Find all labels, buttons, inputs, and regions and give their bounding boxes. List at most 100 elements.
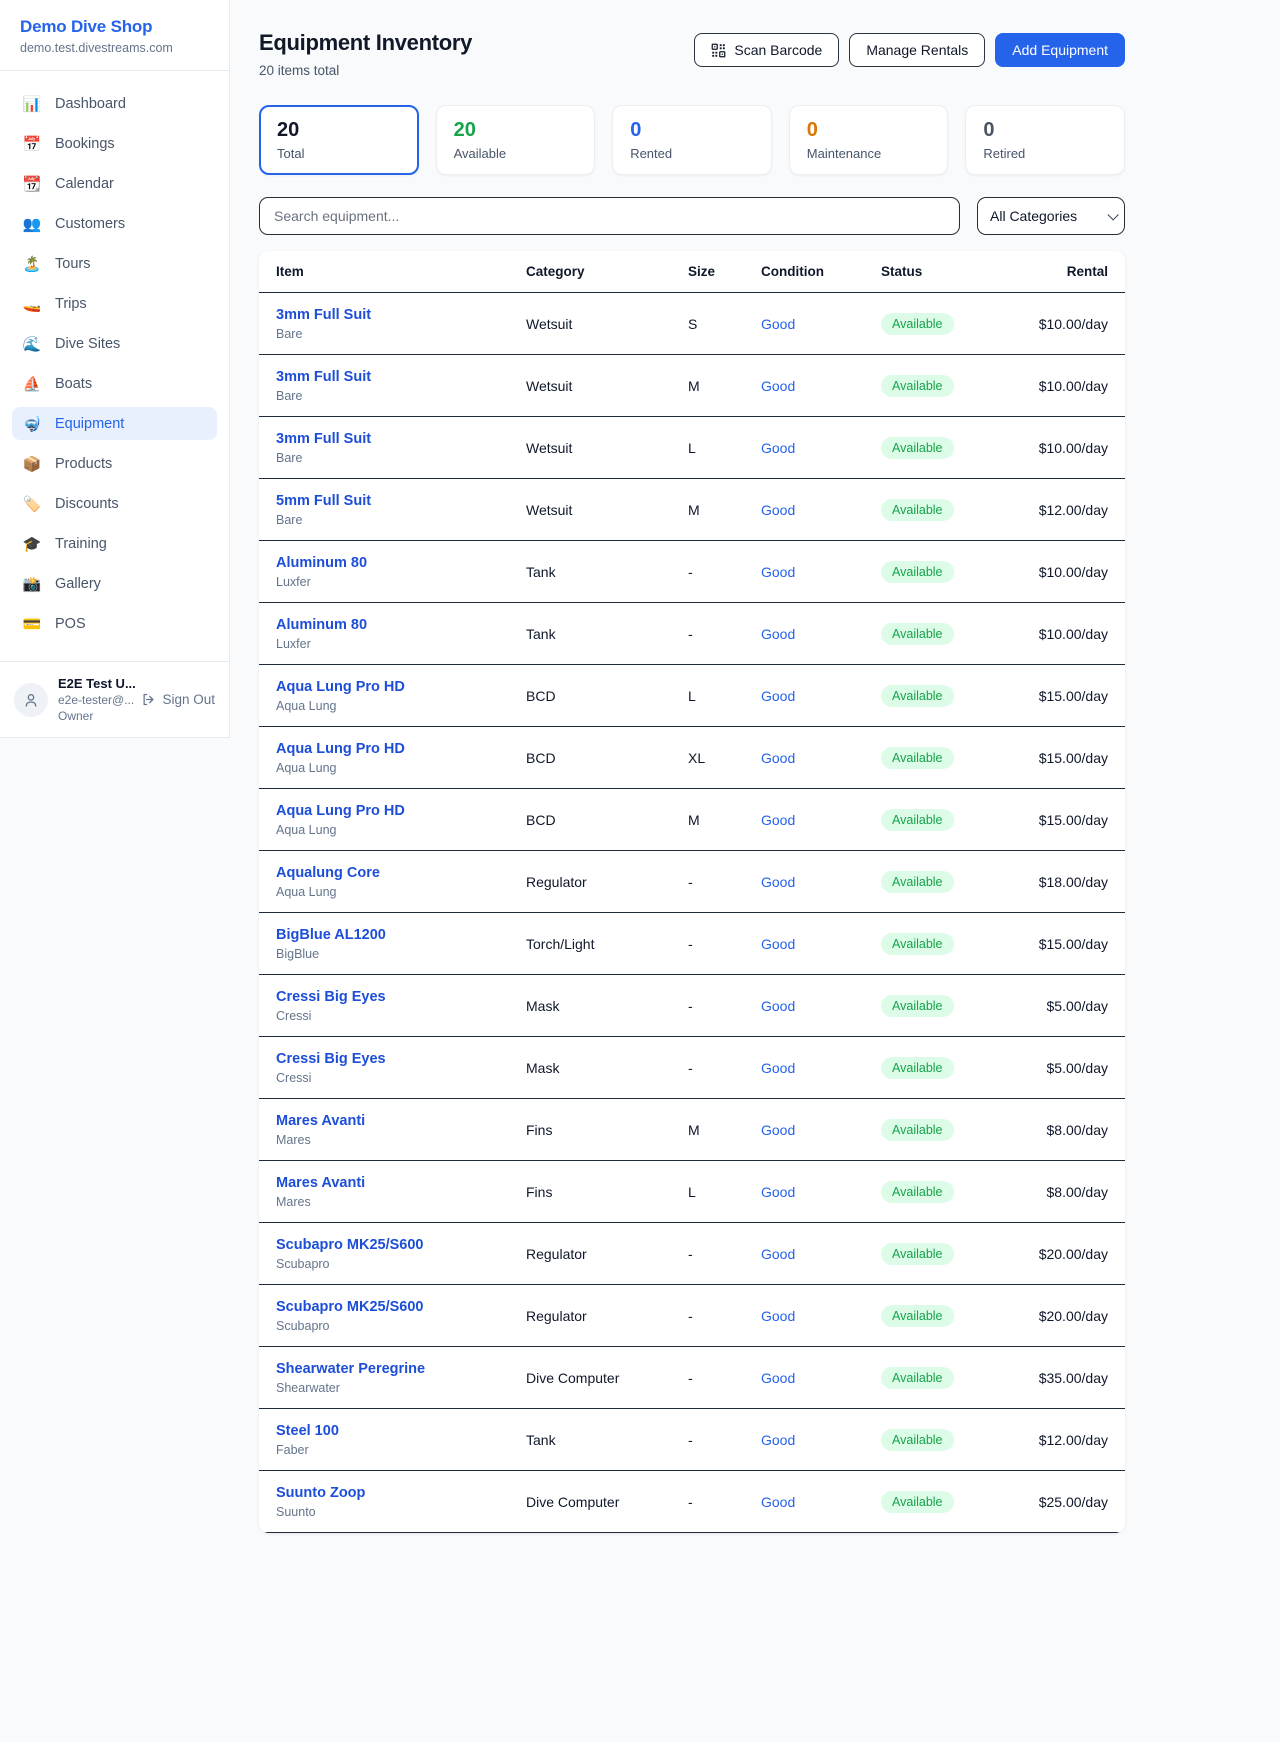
condition-link[interactable]: Good xyxy=(761,1432,795,1448)
condition-link[interactable]: Good xyxy=(761,750,795,766)
item-name-link[interactable]: Shearwater Peregrine xyxy=(276,1361,526,1377)
condition-cell: Good xyxy=(761,1370,881,1386)
condition-link[interactable]: Good xyxy=(761,626,795,642)
shop-name-link[interactable]: Demo Dive Shop xyxy=(20,17,209,37)
category-select[interactable]: All Categories xyxy=(977,197,1125,235)
condition-link[interactable]: Good xyxy=(761,316,795,332)
item-name-link[interactable]: Scubapro MK25/S600 xyxy=(276,1299,526,1315)
stat-card-available[interactable]: 20 Available xyxy=(436,105,596,175)
item-name-link[interactable]: Mares Avanti xyxy=(276,1113,526,1129)
item-size: L xyxy=(688,1184,761,1200)
sidebar-item-label: Bookings xyxy=(55,136,115,152)
sign-out-icon xyxy=(141,692,156,707)
condition-link[interactable]: Good xyxy=(761,1370,795,1386)
item-rental-price: $20.00/day xyxy=(1031,1308,1108,1324)
condition-link[interactable]: Good xyxy=(761,564,795,580)
item-name-link[interactable]: Aluminum 80 xyxy=(276,617,526,633)
item-cell: Mares Avanti Mares xyxy=(276,1113,526,1147)
stat-label: Retired xyxy=(983,146,1107,161)
condition-link[interactable]: Good xyxy=(761,1246,795,1262)
sidebar-item-calendar[interactable]: 📆 Calendar xyxy=(12,167,217,200)
sidebar-item-dive-sites[interactable]: 🌊 Dive Sites xyxy=(12,327,217,360)
item-name-link[interactable]: Aqua Lung Pro HD xyxy=(276,679,526,695)
condition-link[interactable]: Good xyxy=(761,440,795,456)
sidebar-item-icon-dashboard: 📊 xyxy=(22,95,42,113)
sidebar-item-products[interactable]: 📦 Products xyxy=(12,447,217,480)
sidebar-item-tours[interactable]: 🏝️ Tours xyxy=(12,247,217,280)
item-name-link[interactable]: 3mm Full Suit xyxy=(276,307,526,323)
add-equipment-button[interactable]: Add Equipment xyxy=(995,33,1125,67)
item-name-link[interactable]: 5mm Full Suit xyxy=(276,493,526,509)
item-name-link[interactable]: 3mm Full Suit xyxy=(276,369,526,385)
sign-out-button[interactable]: Sign Out xyxy=(141,692,215,707)
item-name-link[interactable]: Scubapro MK25/S600 xyxy=(276,1237,526,1253)
condition-link[interactable]: Good xyxy=(761,378,795,394)
condition-link[interactable]: Good xyxy=(761,1122,795,1138)
item-name-link[interactable]: Aluminum 80 xyxy=(276,555,526,571)
search-input[interactable] xyxy=(259,197,960,235)
sidebar-item-discounts[interactable]: 🏷️ Discounts xyxy=(12,487,217,520)
condition-link[interactable]: Good xyxy=(761,812,795,828)
table-row: Aqua Lung Pro HD Aqua Lung BCD L Good Av… xyxy=(259,665,1125,727)
item-name-link[interactable]: Aqua Lung Pro HD xyxy=(276,741,526,757)
item-name-link[interactable]: Aqua Lung Pro HD xyxy=(276,803,526,819)
table-row: Aluminum 80 Luxfer Tank - Good Available… xyxy=(259,603,1125,665)
item-name-link[interactable]: Steel 100 xyxy=(276,1423,526,1439)
item-category: Wetsuit xyxy=(526,316,688,332)
condition-cell: Good xyxy=(761,998,881,1014)
stat-card-retired[interactable]: 0 Retired xyxy=(965,105,1125,175)
sidebar-item-boats[interactable]: ⛵ Boats xyxy=(12,367,217,400)
stat-card-maintenance[interactable]: 0 Maintenance xyxy=(789,105,949,175)
condition-link[interactable]: Good xyxy=(761,1308,795,1324)
item-rental-price: $5.00/day xyxy=(1031,998,1108,1014)
item-size: L xyxy=(688,688,761,704)
condition-cell: Good xyxy=(761,316,881,332)
item-cell: Suunto Zoop Suunto xyxy=(276,1485,526,1519)
item-name-link[interactable]: Suunto Zoop xyxy=(276,1485,526,1501)
condition-link[interactable]: Good xyxy=(761,1060,795,1076)
condition-link[interactable]: Good xyxy=(761,1184,795,1200)
add-equipment-label: Add Equipment xyxy=(1012,42,1108,58)
table-row: BigBlue AL1200 BigBlue Torch/Light - Goo… xyxy=(259,913,1125,975)
condition-link[interactable]: Good xyxy=(761,874,795,890)
item-size: - xyxy=(688,1308,761,1324)
shop-domain: demo.test.divestreams.com xyxy=(20,41,209,55)
table-row: 3mm Full Suit Bare Wetsuit S Good Availa… xyxy=(259,293,1125,355)
condition-link[interactable]: Good xyxy=(761,688,795,704)
sidebar-item-training[interactable]: 🎓 Training xyxy=(12,527,217,560)
item-category: Wetsuit xyxy=(526,502,688,518)
status-cell: Available xyxy=(881,1491,1031,1513)
sidebar-item-trips[interactable]: 🚤 Trips xyxy=(12,287,217,320)
manage-rentals-button[interactable]: Manage Rentals xyxy=(849,33,985,67)
sidebar-item-bookings[interactable]: 📅 Bookings xyxy=(12,127,217,160)
item-name-link[interactable]: Cressi Big Eyes xyxy=(276,989,526,1005)
sidebar-item-icon-boats: ⛵ xyxy=(22,375,42,393)
table-row: Shearwater Peregrine Shearwater Dive Com… xyxy=(259,1347,1125,1409)
item-brand: Bare xyxy=(276,389,526,403)
item-size: - xyxy=(688,1432,761,1448)
status-cell: Available xyxy=(881,995,1031,1017)
sidebar-item-dashboard[interactable]: 📊 Dashboard xyxy=(12,87,217,120)
stat-value: 0 xyxy=(807,119,931,142)
sidebar-item-gallery[interactable]: 📸 Gallery xyxy=(12,567,217,600)
item-name-link[interactable]: Aqualung Core xyxy=(276,865,526,881)
sidebar-item-customers[interactable]: 👥 Customers xyxy=(12,207,217,240)
sidebar-item-equipment[interactable]: 🤿 Equipment xyxy=(12,407,217,440)
stat-card-rented[interactable]: 0 Rented xyxy=(612,105,772,175)
item-name-link[interactable]: Cressi Big Eyes xyxy=(276,1051,526,1067)
condition-link[interactable]: Good xyxy=(761,998,795,1014)
condition-link[interactable]: Good xyxy=(761,936,795,952)
item-name-link[interactable]: Mares Avanti xyxy=(276,1175,526,1191)
stat-card-total[interactable]: 20 Total xyxy=(259,105,419,175)
condition-cell: Good xyxy=(761,626,881,642)
condition-link[interactable]: Good xyxy=(761,502,795,518)
item-name-link[interactable]: BigBlue AL1200 xyxy=(276,927,526,943)
item-cell: Scubapro MK25/S600 Scubapro xyxy=(276,1237,526,1271)
sidebar-item-pos[interactable]: 💳 POS xyxy=(12,607,217,640)
column-header-item: Item xyxy=(276,264,526,279)
header-actions: Scan Barcode Manage Rentals Add Equipmen… xyxy=(694,30,1125,67)
condition-link[interactable]: Good xyxy=(761,1494,795,1510)
scan-barcode-button[interactable]: Scan Barcode xyxy=(694,33,839,67)
sidebar-item-icon-gallery: 📸 xyxy=(22,575,42,593)
item-name-link[interactable]: 3mm Full Suit xyxy=(276,431,526,447)
